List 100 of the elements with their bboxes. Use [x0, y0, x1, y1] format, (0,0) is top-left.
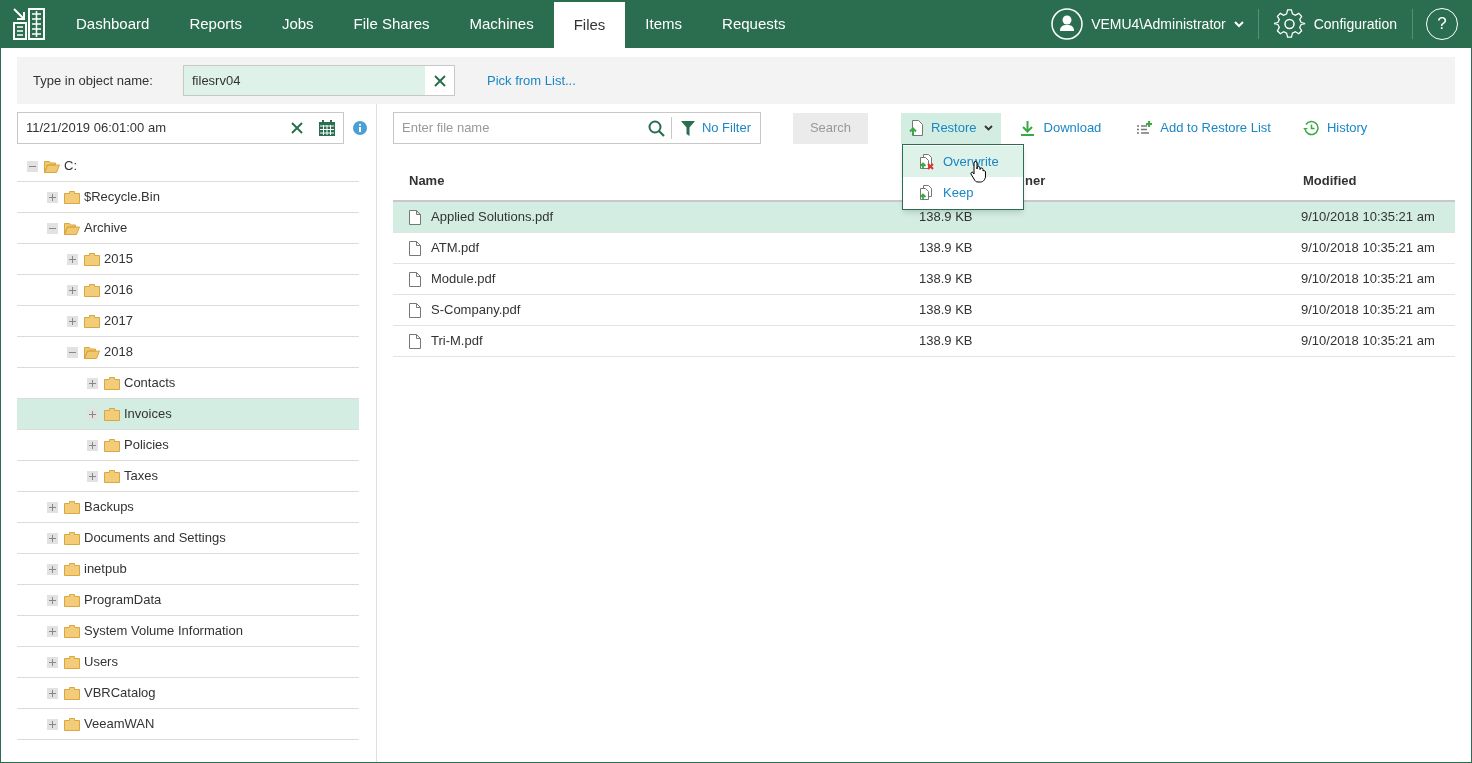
expand-icon[interactable]: [47, 625, 58, 637]
tree-label: VBRCatalog: [84, 684, 156, 703]
tree-item[interactable]: 2015: [17, 244, 359, 275]
expand-icon[interactable]: [87, 470, 98, 482]
user-menu[interactable]: VEMU4\Administrator: [1051, 0, 1258, 48]
file-row[interactable]: Applied Solutions.pdf 138.9 KB 9/10/2018 10:35:21 am: [393, 202, 1455, 233]
settings-icon: [1273, 8, 1306, 40]
expand-icon[interactable]: [67, 253, 78, 265]
tree-item[interactable]: System Volume Information: [17, 616, 359, 647]
chevron-down-icon: [983, 125, 993, 131]
add-to-restore-list-button[interactable]: Add to Restore List: [1137, 118, 1271, 138]
tree-item[interactable]: Taxes: [17, 461, 359, 492]
open-folder-icon: [64, 221, 80, 235]
tree-label: Users: [84, 653, 118, 672]
column-header[interactable]: Modified: [1301, 171, 1455, 191]
nav-tab[interactable]: Machines: [449, 0, 554, 48]
expand-icon[interactable]: [47, 687, 58, 699]
folder-icon: [64, 500, 80, 514]
tree-item[interactable]: 2018: [17, 337, 359, 368]
tree-label: Documents and Settings: [84, 529, 226, 548]
clear-icon[interactable]: [291, 122, 303, 134]
expand-icon[interactable]: [87, 377, 98, 389]
tree-item[interactable]: 2016: [17, 275, 359, 306]
nav-tab[interactable]: File Shares: [333, 0, 450, 48]
expand-icon[interactable]: [47, 594, 58, 606]
calendar-icon[interactable]: [319, 120, 335, 136]
pick-from-list-link[interactable]: Pick from List...: [487, 70, 576, 91]
expand-icon[interactable]: [87, 408, 98, 420]
modified-date: 9/10/2018 10:35:21 am: [1301, 239, 1436, 258]
collapse-icon[interactable]: [47, 222, 58, 234]
folder-icon: [84, 283, 100, 297]
expand-icon[interactable]: [47, 532, 58, 544]
tree-item[interactable]: Users: [17, 647, 359, 678]
document-icon: [409, 333, 421, 349]
nav-tab[interactable]: Jobs: [261, 0, 334, 48]
date-field[interactable]: 11/21/2019 06:01:00 am: [26, 118, 291, 138]
download-button[interactable]: Download: [1020, 118, 1102, 138]
tree-item[interactable]: ProgramData: [17, 585, 359, 616]
tree-item[interactable]: inetpub: [17, 554, 359, 585]
nav-tab[interactable]: Items: [625, 0, 703, 48]
tree-item[interactable]: Policies: [17, 430, 359, 461]
overwrite-icon: [918, 153, 935, 170]
file-row[interactable]: Module.pdf 138.9 KB 9/10/2018 10:35:21 am: [393, 264, 1455, 295]
tree-label: C:: [64, 157, 77, 176]
expand-icon[interactable]: [47, 718, 58, 730]
info-icon[interactable]: [353, 121, 367, 135]
tree-item[interactable]: C:: [17, 151, 359, 182]
tree-label: Backups: [84, 498, 134, 517]
modified-date: 9/10/2018 10:35:21 am: [1301, 270, 1436, 289]
user-icon: [1051, 8, 1084, 40]
folder-icon: [84, 252, 100, 266]
download-icon: [1020, 120, 1034, 136]
nav-tab[interactable]: Reports: [169, 0, 262, 48]
tree-item[interactable]: Backups: [17, 492, 359, 523]
history-button[interactable]: History: [1302, 118, 1368, 138]
filter-button[interactable]: No Filter: [671, 118, 760, 138]
history-icon: [1302, 120, 1319, 136]
expand-icon[interactable]: [67, 315, 78, 327]
tree-label: Archive: [84, 219, 128, 238]
file-name: Applied Solutions.pdf: [431, 208, 554, 227]
tree-item[interactable]: VBRCatalog: [17, 678, 359, 709]
tree-item[interactable]: Documents and Settings: [17, 523, 359, 554]
expand-icon[interactable]: [47, 191, 58, 203]
folder-icon: [64, 686, 80, 700]
collapse-icon[interactable]: [67, 346, 78, 358]
file-name: Module.pdf: [431, 270, 496, 289]
list-add-icon: [1137, 121, 1153, 135]
file-row[interactable]: ATM.pdf 138.9 KB 9/10/2018 10:35:21 am: [393, 233, 1455, 264]
expand-icon[interactable]: [87, 439, 98, 451]
tree-label: 2016: [104, 281, 133, 300]
tree-label: Policies: [124, 436, 169, 455]
file-name: ATM.pdf: [431, 239, 480, 258]
restore-file-icon: [909, 120, 924, 136]
copy-icon: [918, 184, 935, 201]
expand-icon[interactable]: [47, 656, 58, 668]
expand-icon[interactable]: [67, 284, 78, 296]
folder-icon: [104, 469, 120, 483]
nav-tab[interactable]: Dashboard: [56, 0, 170, 48]
file-search-field[interactable]: Enter file name: [394, 118, 648, 138]
search-icon[interactable]: [647, 119, 665, 137]
expand-icon[interactable]: [47, 563, 58, 575]
tree-item[interactable]: $Recycle.Bin: [17, 182, 359, 213]
tree-label: System Volume Information: [84, 622, 243, 641]
file-row[interactable]: S-Company.pdf 138.9 KB 9/10/2018 10:35:21 am: [393, 295, 1455, 326]
expand-icon[interactable]: [47, 501, 58, 513]
date-field[interactable]: 11/21/2019 06:01:00 am: [17, 112, 344, 144]
folder-icon: [64, 190, 80, 204]
configuration-button[interactable]: Configuration: [1258, 0, 1412, 48]
tree-item[interactable]: Invoices: [17, 399, 359, 430]
tree-item[interactable]: 2017: [17, 306, 359, 337]
tree-item[interactable]: Archive: [17, 213, 359, 244]
tree-item[interactable]: VeeamWAN: [17, 709, 359, 740]
collapse-icon[interactable]: [27, 160, 38, 172]
nav-tab[interactable]: Files: [553, 2, 626, 48]
tree-label: VeeamWAN: [84, 715, 155, 734]
file-search-field[interactable]: Enter file name No Filter: [393, 112, 761, 144]
chevron-down-icon: [1233, 20, 1244, 28]
nav-tab[interactable]: Requests: [702, 0, 806, 48]
file-row[interactable]: Tri-M.pdf 138.9 KB 9/10/2018 10:35:21 am: [393, 326, 1455, 357]
object-name-label: Type in object name:: [33, 71, 154, 90]
